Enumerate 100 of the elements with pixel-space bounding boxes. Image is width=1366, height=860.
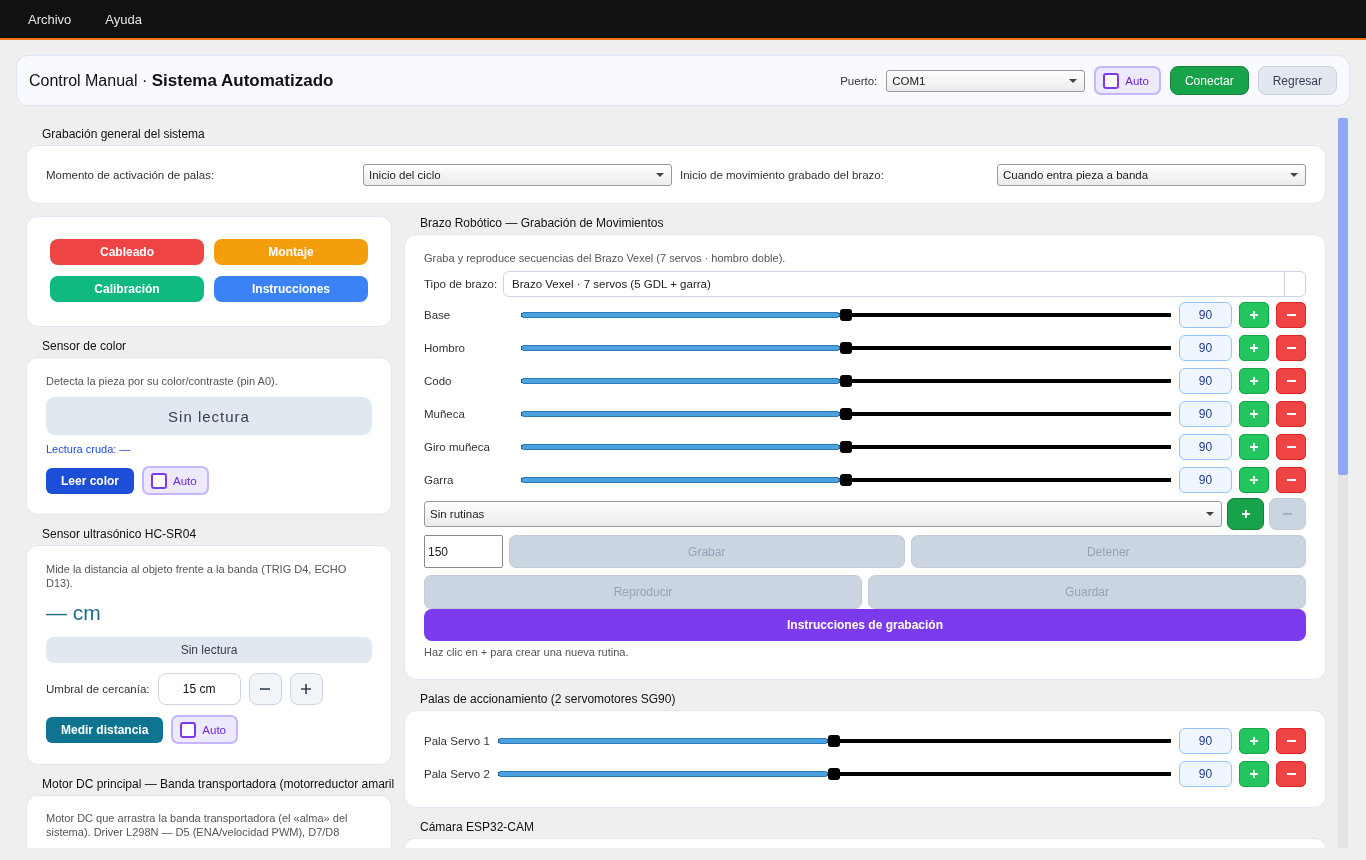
decrease-button[interactable] xyxy=(1276,368,1306,394)
increase-button[interactable] xyxy=(1239,302,1269,328)
slider-thumb[interactable] xyxy=(840,474,852,486)
servo-label: Codo xyxy=(424,375,453,387)
minus-icon xyxy=(260,688,271,690)
decrease-button[interactable] xyxy=(1276,434,1306,460)
slider-thumb[interactable] xyxy=(840,342,852,354)
section-title: Grabación general del sistema xyxy=(41,127,206,142)
minus-icon xyxy=(1286,347,1296,349)
decrease-button[interactable] xyxy=(1276,761,1306,787)
servo-label: Base xyxy=(424,309,452,321)
servo-label: Pala Servo 2 xyxy=(424,768,490,780)
page-title: Control Manual · Sistema Automatizado xyxy=(29,70,334,91)
angle-field[interactable]: 90 xyxy=(1179,761,1232,787)
reading-display: Sin lectura xyxy=(46,397,372,435)
slider-thumb[interactable] xyxy=(828,735,841,747)
increase-button[interactable] xyxy=(1239,761,1269,787)
threshold-field[interactable]: 15 cm xyxy=(157,673,241,705)
decrease-button[interactable] xyxy=(1276,728,1306,754)
measure-distance-button[interactable]: Medir distancia xyxy=(46,716,164,743)
shortcut-button[interactable]: Instrucciones xyxy=(214,276,368,302)
angle-field[interactable]: 90 xyxy=(1179,302,1232,328)
angle-field[interactable]: 90 xyxy=(1179,368,1232,394)
decrease-button[interactable] xyxy=(1276,302,1306,328)
decrease-button[interactable] xyxy=(1276,467,1306,493)
slider-thumb[interactable] xyxy=(828,768,841,780)
field-label: Tipo de brazo: xyxy=(424,278,498,290)
caret-icon xyxy=(1069,78,1078,83)
angle-field[interactable]: 90 xyxy=(1179,335,1232,361)
minus-icon xyxy=(1286,479,1296,481)
checkbox[interactable] xyxy=(180,721,197,738)
section-title: Sensor ultrasónico HC-SR04 xyxy=(41,527,198,542)
slider-thumb[interactable] xyxy=(840,441,852,453)
auto-toggle[interactable]: Auto xyxy=(171,715,239,744)
increase-button[interactable] xyxy=(1239,335,1269,361)
decrease-button[interactable] xyxy=(1276,401,1306,427)
port-label: Puerto: xyxy=(840,74,878,87)
minus-icon xyxy=(1283,513,1292,515)
servo-label: Muñeca xyxy=(424,408,466,420)
minus-icon xyxy=(1286,773,1296,775)
angle-field[interactable]: 90 xyxy=(1179,728,1232,754)
plus-icon xyxy=(1241,510,1250,518)
routine-dropdown[interactable]: Sin rutinas xyxy=(424,501,1222,527)
field-label: Umbral de cercanía: xyxy=(46,683,150,695)
shortcut-button[interactable]: Cableado xyxy=(50,239,204,265)
increase-button[interactable] xyxy=(1239,728,1269,754)
header-button[interactable]: Regresar xyxy=(1257,66,1337,95)
scrollbar-thumb[interactable] xyxy=(1338,118,1348,475)
increase-button[interactable] xyxy=(1239,434,1269,460)
angle-field[interactable]: 90 xyxy=(1179,467,1232,493)
dropdown[interactable]: Cuando entra pieza a banda xyxy=(997,163,1306,186)
field-label: Inicio de movimiento grabado del brazo: xyxy=(680,168,885,181)
read-color-button[interactable]: Leer color xyxy=(46,467,135,494)
dropdown[interactable]: Inicio del ciclo xyxy=(363,163,672,186)
interval-field[interactable]: 150 xyxy=(424,535,503,568)
description-text: Graba y reproduce secuencias del Brazo Vexel (7 servos · hombro doble). xyxy=(424,251,787,265)
plus-icon xyxy=(1250,410,1258,418)
increase-button[interactable] xyxy=(1239,368,1269,394)
caret-icon xyxy=(1206,512,1214,516)
plus-icon xyxy=(1250,476,1258,484)
section-title: Sensor de color xyxy=(41,339,128,354)
section-title: Motor DC principal — Banda transportadora (motorreductor amaril xyxy=(41,777,392,792)
checkbox[interactable] xyxy=(1103,72,1120,89)
caret-icon xyxy=(1290,172,1298,177)
instructions-button[interactable]: Instrucciones de grabación xyxy=(424,609,1306,641)
plus-icon xyxy=(1250,443,1258,451)
minus-icon xyxy=(1286,314,1296,316)
plus-icon xyxy=(1250,770,1258,778)
section-title: Cámara ESP32-CAM xyxy=(419,820,536,835)
angle-field[interactable]: 90 xyxy=(1179,401,1232,427)
menu-item[interactable]: Archivo xyxy=(16,7,84,31)
increase-button[interactable] xyxy=(1239,467,1269,493)
menu-item[interactable]: Ayuda xyxy=(93,7,154,31)
description-text: Mide la distancia al objeto frente a la banda (TRIG D4, ECHO D13). xyxy=(46,562,348,590)
plus-icon xyxy=(1250,344,1258,352)
angle-field[interactable]: 90 xyxy=(1179,434,1232,460)
auto-toggle[interactable]: Auto xyxy=(142,466,209,495)
plus-icon xyxy=(301,684,312,694)
slider-thumb[interactable] xyxy=(840,375,852,387)
servo-label: Garra xyxy=(424,474,455,486)
plus-icon xyxy=(1250,737,1258,745)
description-text: Motor DC que arrastra la banda transportadora (el «alma» del sistema). Driver L298N — D5 (ENA/velocidad PWM), D7/D8 xyxy=(46,811,349,839)
decrease-button[interactable] xyxy=(1276,335,1306,361)
minus-icon xyxy=(1286,380,1296,382)
auto-toggle[interactable]: Auto xyxy=(1094,66,1161,95)
servo-label: Hombro xyxy=(424,342,466,354)
servo-label: Giro muñeca xyxy=(424,441,491,453)
distance-reading: — cm xyxy=(46,600,102,626)
minus-icon xyxy=(1286,413,1296,415)
increase-button[interactable] xyxy=(1239,401,1269,427)
description-text: Detecta la pieza por su color/contraste (pin A0). xyxy=(46,374,279,388)
minus-icon xyxy=(1286,446,1296,448)
slider-thumb[interactable] xyxy=(840,408,852,420)
add-routine-button[interactable] xyxy=(1227,498,1264,530)
minus-icon xyxy=(1286,740,1296,742)
checkbox[interactable] xyxy=(151,472,168,489)
slider-thumb[interactable] xyxy=(840,309,852,321)
dropdown[interactable]: Brazo Vexel · 7 servos (5 GDL + garra) xyxy=(503,271,1306,297)
raw-reading-text: Lectura cruda: — xyxy=(46,442,132,456)
port-dropdown[interactable]: COM1 xyxy=(886,69,1086,92)
